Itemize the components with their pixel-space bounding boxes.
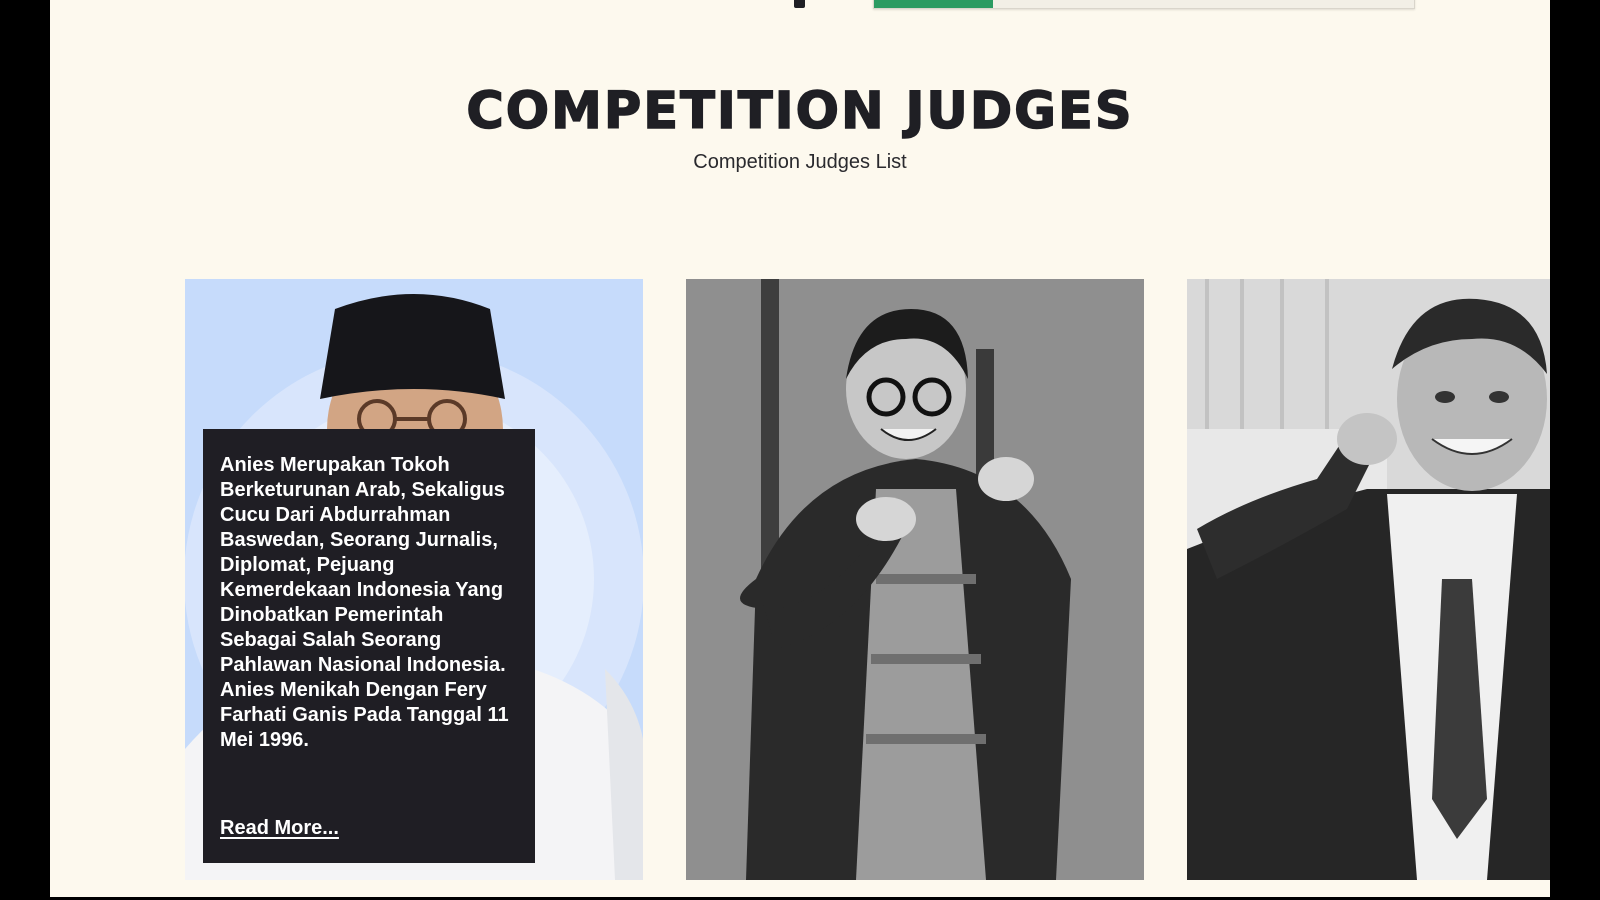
header-text-fragment — [794, 0, 805, 8]
judge-description-panel: Anies Merupakan Tokoh Berketurunan Arab,… — [203, 429, 535, 863]
section-subtitle: Competition Judges List — [693, 151, 907, 173]
judge-card[interactable] — [686, 279, 1144, 880]
judge-card[interactable] — [1187, 279, 1550, 880]
section-title: COMPETITION JUDGES — [466, 81, 1134, 142]
progress-bar — [873, 0, 1415, 9]
judge-card[interactable]: Anies Merupakan Tokoh Berketurunan Arab,… — [185, 279, 643, 880]
page: COMPETITION JUDGES Competition Judges Li… — [50, 0, 1550, 897]
read-more-link[interactable]: Read More... — [220, 817, 339, 840]
progress-bar-fill — [874, 0, 993, 8]
judge-description: Anies Merupakan Tokoh Berketurunan Arab,… — [220, 454, 509, 751]
judge-photo — [1187, 279, 1550, 880]
judge-photo — [686, 279, 1144, 880]
